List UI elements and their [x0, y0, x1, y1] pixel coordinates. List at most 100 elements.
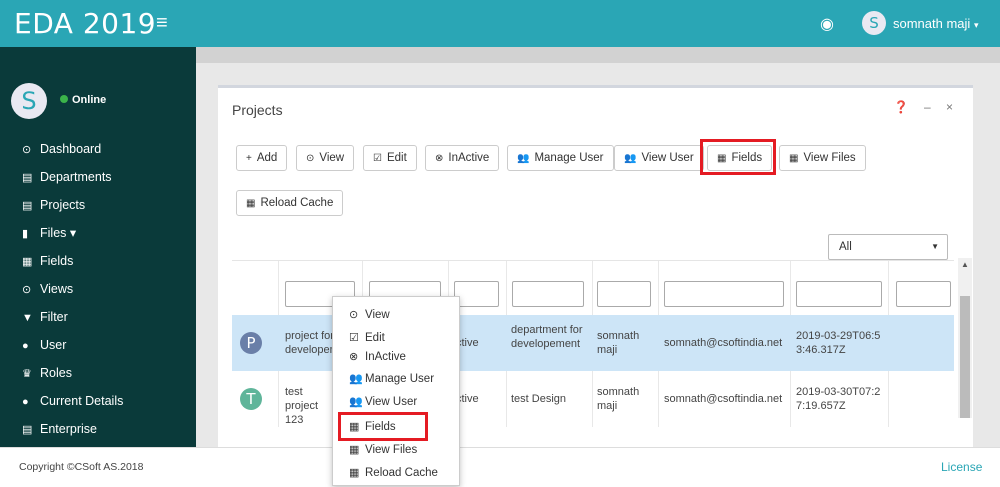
department-filter-input[interactable]	[512, 281, 584, 307]
menu-item-label: Fields	[365, 421, 396, 433]
view-files-button[interactable]: ▦ View Files	[779, 145, 866, 171]
sidebar-item-views[interactable]: ⊙ Views	[0, 275, 196, 303]
sidebar-item-roles[interactable]: ♛ Roles	[0, 359, 196, 387]
list-icon: ▤	[22, 172, 33, 184]
button-label: View User	[641, 152, 694, 164]
content-top-strip	[196, 47, 1000, 63]
filter-icon: ▼	[22, 312, 33, 324]
sidebar-item-departments[interactable]: ▤ Departments	[0, 163, 196, 191]
online-label: Online	[72, 94, 107, 106]
menu-item-view-files[interactable]: ▦ View Files	[349, 443, 417, 456]
cell-user: somnath maji	[597, 330, 640, 356]
reload-cache-button[interactable]: ▦ Reload Cache	[236, 190, 344, 216]
sidebar-item-label: Roles	[40, 366, 72, 380]
sidebar-avatar: S	[11, 83, 47, 119]
add-button[interactable]: + Add	[236, 145, 288, 171]
license-link[interactable]: License	[941, 460, 982, 474]
select-value: All	[839, 241, 852, 253]
user-icon: ●	[22, 340, 29, 352]
app-brand[interactable]: EDA 2019	[14, 7, 156, 40]
cell-email: somnath@csoftindia.net	[664, 337, 783, 349]
caret-down-icon: ▼	[931, 242, 939, 251]
cell-name: project for developem	[285, 330, 335, 356]
menu-item-view[interactable]: ⊙ View	[349, 308, 390, 321]
button-label: Fields	[731, 152, 763, 164]
table-scrollbar[interactable]: ▲	[958, 258, 972, 418]
scroll-up-icon[interactable]: ▲	[961, 260, 969, 269]
user-avatar[interactable]: S	[862, 11, 886, 35]
menu-item-reload-cache[interactable]: ▦ Reload Cache	[349, 466, 438, 479]
sidebar-item-current-details[interactable]: ● Current Details	[0, 387, 196, 415]
status-filter-select[interactable]: All ▼	[828, 234, 948, 260]
roles-icon: ♛	[22, 368, 32, 380]
view-button[interactable]: ⊙ View	[296, 145, 355, 171]
dashboard-icon: ⊙	[22, 144, 32, 156]
panel-title: Projects	[232, 102, 283, 118]
button-label: Manage User	[534, 152, 604, 164]
menu-item-fields[interactable]: ▦ Fields	[349, 420, 396, 433]
online-dot-icon	[60, 95, 68, 103]
sidebar-item-label: Views	[40, 282, 74, 296]
sidebar-item-filter[interactable]: ▼ Filter	[0, 303, 196, 331]
status-filter-input[interactable]	[454, 281, 499, 307]
fields-button[interactable]: ▦ Fields	[707, 145, 773, 171]
edit-icon: ☑	[349, 332, 359, 344]
menu-item-label: View User	[365, 396, 418, 408]
sidebar-item-label: Current Details	[40, 394, 124, 408]
sidebar-item-fields[interactable]: ▦ Fields	[0, 247, 196, 275]
inactive-button[interactable]: ⊗ InActive	[425, 145, 500, 171]
row-avatar: T	[240, 388, 262, 410]
sidebar-item-label: Enterprise	[40, 422, 97, 436]
sidebar-nav: ⊙ Dashboard ▤ Departments ▤ Projects ▮ Files…	[0, 135, 196, 443]
manage-user-button[interactable]: 👥 Manage User	[507, 145, 614, 171]
user-name: somnath maji	[893, 16, 971, 31]
cell-date: 2019-03-29T06:53:46.317Z	[796, 330, 881, 356]
date-filter-input[interactable]	[796, 281, 882, 307]
button-label: View	[319, 152, 345, 164]
footer: Copyright ©CSoft AS.2018 License	[0, 447, 1000, 487]
cell-user: somnath maji	[597, 386, 640, 412]
cell-department: department for developement	[511, 324, 583, 350]
menu-item-label: InActive	[365, 351, 406, 363]
cell-department: test Design	[511, 393, 567, 405]
user-menu[interactable]: somnath maji ▾	[893, 16, 978, 31]
menu-item-view-user[interactable]: 👥 View User	[349, 395, 417, 408]
sidebar-item-files[interactable]: ▮ Files ▾	[0, 219, 196, 247]
scrollbar-thumb[interactable]	[960, 296, 970, 418]
panel-tools[interactable]: ❓ – ×	[894, 100, 959, 114]
cell-email: somnath@csoftindia.net	[664, 393, 783, 405]
user-filter-input[interactable]	[597, 281, 651, 307]
button-label: Reload Cache	[260, 197, 334, 209]
caret-down-icon: ▾	[973, 20, 979, 30]
view-icon: ⊙	[349, 309, 359, 321]
ban-icon: ⊗	[435, 153, 444, 164]
fields-icon: ▦	[22, 256, 33, 268]
menu-item-label: View	[365, 309, 390, 321]
sidebar-item-projects[interactable]: ▤ Projects	[0, 191, 196, 219]
menu-toggle-icon[interactable]: ≡	[156, 12, 168, 35]
sidebar-item-label: Files ▾	[40, 226, 77, 240]
sidebar-item-dashboard[interactable]: ⊙ Dashboard	[0, 135, 196, 163]
button-label: Add	[256, 152, 278, 164]
views-icon: ⊙	[22, 284, 32, 296]
sidebar-item-enterprise[interactable]: ▤ Enterprise	[0, 415, 196, 443]
sidebar-item-user[interactable]: ● User	[0, 331, 196, 359]
sidebar-item-label: Filter	[40, 310, 68, 324]
menu-item-manage-user[interactable]: 👥 Manage User	[349, 372, 434, 385]
users-icon: 👥	[624, 153, 637, 164]
menu-item-edit[interactable]: ☑ Edit	[349, 331, 385, 344]
files-icon: ▦	[349, 444, 360, 456]
menu-item-label: Reload Cache	[365, 467, 438, 479]
menu-item-inactive[interactable]: ⊗ InActive	[349, 350, 406, 363]
row-context-menu: ⊙ View ☑ Edit ⊗ InActive 👥 Manage User 👥 View…	[332, 296, 460, 486]
sidebar: S Online ⊙ Dashboard ▤ Departments ▤ Projec…	[0, 47, 196, 447]
reload-icon: ▦	[246, 198, 256, 209]
cell-date: 2019-03-30T07:27:19.657Z	[796, 386, 881, 412]
edit-button[interactable]: ☑ Edit	[363, 145, 417, 171]
sidebar-item-label: User	[40, 338, 67, 352]
button-label: InActive	[448, 152, 490, 164]
extra-filter-input[interactable]	[896, 281, 951, 307]
view-user-button[interactable]: 👥 View User	[614, 145, 704, 171]
email-filter-input[interactable]	[664, 281, 784, 307]
eye-icon[interactable]: ◉	[820, 14, 834, 34]
